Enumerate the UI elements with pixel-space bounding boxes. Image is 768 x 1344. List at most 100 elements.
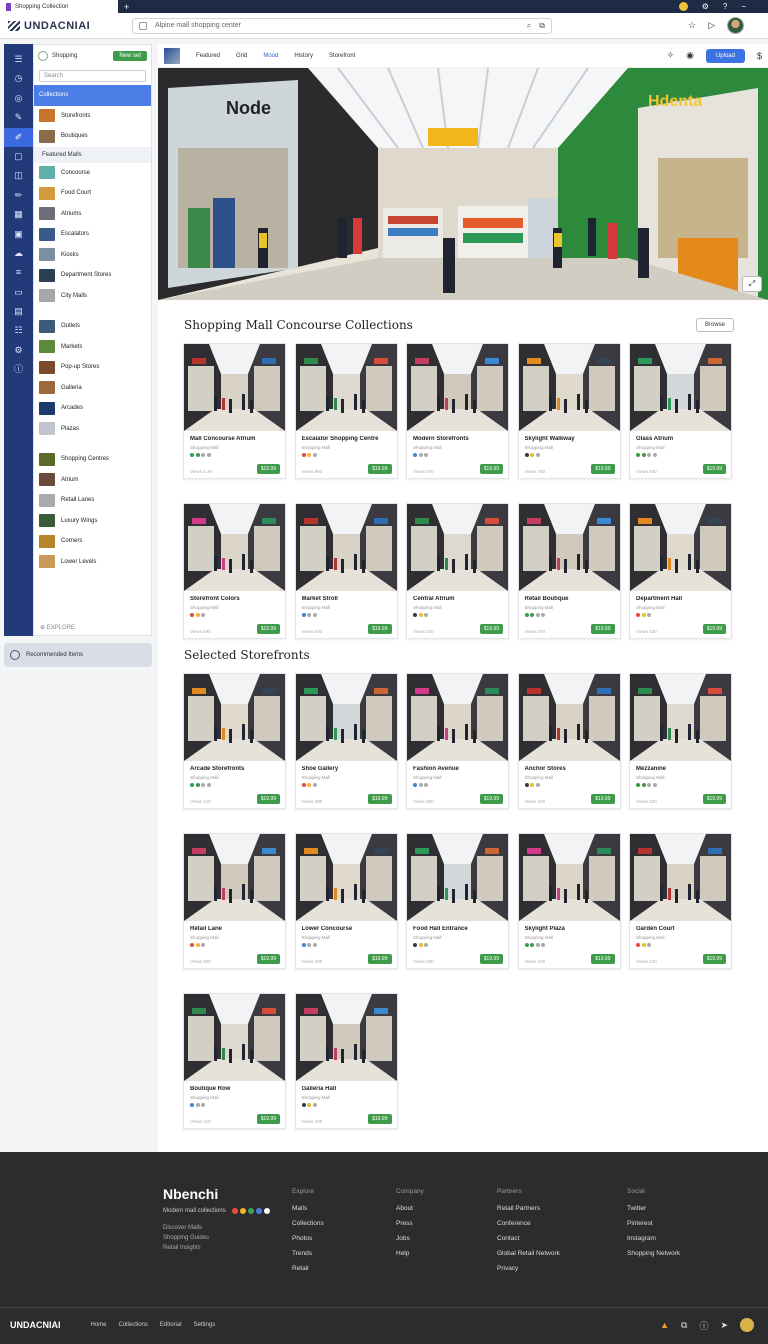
help-icon[interactable]: ? [723,2,727,11]
footer-link[interactable]: Press [396,1216,424,1231]
card-price-button[interactable]: $19.99 [702,794,726,804]
card-image[interactable] [295,674,397,761]
card-price-button[interactable]: $19.99 [591,624,615,634]
sidebar-item[interactable]: Pop-up Stores [34,357,151,378]
card-price-button[interactable]: $19.99 [479,624,503,634]
card-image[interactable] [630,834,731,921]
subnav-tab[interactable]: Mood [263,53,278,59]
card-title[interactable]: Glass Atrium [636,436,725,442]
card-price-button[interactable]: $19.99 [702,954,726,964]
card-image[interactable] [407,834,508,921]
footer-link[interactable]: Global Retail Network [497,1246,560,1261]
card-price-button[interactable]: $19.99 [702,624,726,634]
card-image[interactable] [184,834,285,921]
footer-bottom-link[interactable]: Home [91,1322,107,1328]
avatar[interactable] [727,17,744,34]
card-image[interactable] [295,834,397,921]
card-title[interactable]: Escalator Shopping Centre [302,436,391,442]
card-price-button[interactable]: $19.99 [591,954,615,964]
sidebar-footer[interactable]: ⊕ EXPLORE [40,624,75,631]
footer-small-link[interactable]: Discover Malls [163,1223,209,1233]
minimize-icon[interactable]: − [741,2,746,11]
product-card[interactable]: Retail Boutique Shopping Mall Views 470 $19… [517,503,621,639]
sidebar-item[interactable]: Department Stores [34,265,151,286]
card-price-button[interactable]: $19.99 [479,464,503,474]
card-image[interactable] [184,994,285,1081]
product-card[interactable]: Mall Concourse Atrium Shopping Mall Views … [183,343,286,479]
card-title[interactable]: Lower Concourse [302,926,391,932]
pin-icon[interactable]: ✎ [15,108,23,127]
sidebar-item[interactable]: Boutiques [34,126,151,147]
card-price-button[interactable]: $19.99 [702,464,726,474]
card-title[interactable]: Central Atrium [413,596,502,602]
footer-link[interactable]: Jobs [396,1231,424,1246]
magic-icon[interactable]: ✧ [667,50,675,61]
product-card[interactable]: Department Hall Shopping Mall Views 430 $19… [629,503,732,639]
star-icon[interactable]: ☆ [688,20,696,31]
sidebar-item[interactable]: Featured Malls [34,146,151,163]
card-title[interactable]: Anchor Stores [525,766,614,772]
card-image[interactable] [295,344,397,431]
footer-link[interactable]: Instagram [627,1231,680,1246]
list-icon[interactable]: ☷ [14,321,22,340]
sidebar-item[interactable]: City Malls [34,286,151,307]
card-title[interactable]: Galleria Hall [302,1086,391,1092]
sidebar-item[interactable]: Storefronts [34,106,151,127]
footer-brand[interactable]: Nbenchi [163,1186,218,1202]
search-bar[interactable]: Alpine mall shopping center ⌕ ⧉ [132,17,552,34]
brush-icon[interactable]: ✐ [4,127,33,147]
alert-icon[interactable]: ◉ [686,50,694,61]
card-image[interactable] [518,344,620,431]
card-image[interactable] [295,504,397,591]
card-price-button[interactable]: $19.99 [256,1114,280,1124]
sidebar-item[interactable]: Concourse [34,163,151,184]
footer-link[interactable]: Conference [497,1216,560,1231]
search-input[interactable]: Alpine mall shopping center [155,22,519,29]
sidebar-item[interactable]: Food Court [34,183,151,204]
search-icon[interactable]: ⌕ [527,21,531,31]
home-icon[interactable]: ◷ [15,69,23,88]
profile-dot-icon[interactable] [678,2,688,11]
card-price-button[interactable]: $19.99 [479,954,503,964]
card-image[interactable] [407,674,508,761]
subnav-tab[interactable]: Storefront [329,53,355,59]
sidebar-item[interactable]: Outlets [34,316,151,337]
product-card[interactable]: Garden Court Shopping Mall Views 220 $19.99 [629,833,732,969]
footer-bottom-link[interactable]: Collections [119,1322,148,1328]
sidebar-item[interactable]: Markets [34,337,151,358]
card-title[interactable]: Shoe Gallery [302,766,391,772]
footer-link[interactable]: Privacy [497,1261,560,1276]
card-price-button[interactable]: $19.99 [368,794,392,804]
grid-icon[interactable]: ▦ [14,205,23,224]
card-price-button[interactable]: $19.99 [256,954,280,964]
footer-link[interactable]: Photos [292,1231,324,1246]
card-title[interactable]: Garden Court [636,926,725,932]
footer-link[interactable]: Help [396,1246,424,1261]
card-image[interactable] [518,504,620,591]
sidebar-item[interactable]: Arcades [34,398,151,419]
send-icon[interactable]: ➤ [720,1320,728,1331]
card-image[interactable] [295,994,397,1081]
card-title[interactable]: Mezzanine [636,766,725,772]
card-title[interactable]: Skylight Walkway [525,436,614,442]
compass-icon[interactable]: ◎ [15,89,23,108]
product-card[interactable]: Storefront Colors Shopping Mall Views 590 $… [183,503,286,639]
card-title[interactable]: Skylight Plaza [525,926,614,932]
card-title[interactable]: Storefront Colors [190,596,279,602]
browser-tab[interactable]: Shopping Collection [0,0,118,13]
card-title[interactable]: Boutique Row [190,1086,279,1092]
card-price-button[interactable]: $19.99 [368,624,392,634]
sidebar-item[interactable]: Atriums [34,204,151,225]
footer-small-link[interactable]: Shopping Guides [163,1233,209,1243]
card-price-button[interactable]: $19.99 [591,464,615,474]
product-card[interactable]: Central Atrium Shopping Mall Views 510 $19.… [406,503,509,639]
product-card[interactable]: Arcade Storefronts Shopping Mall Views 410… [183,673,286,809]
card-title[interactable]: Modern Storefronts [413,436,502,442]
product-card[interactable]: Anchor Stores Shopping Mall Views 340 $19.9… [517,673,621,809]
card-title[interactable]: Food Hall Entrance [413,926,502,932]
card-price-button[interactable]: $19.99 [368,954,392,964]
card-image[interactable] [518,674,620,761]
footer-link[interactable]: Trends [292,1246,324,1261]
badge-icon[interactable] [740,1318,754,1332]
card-icon[interactable]: ▭ [14,283,23,302]
